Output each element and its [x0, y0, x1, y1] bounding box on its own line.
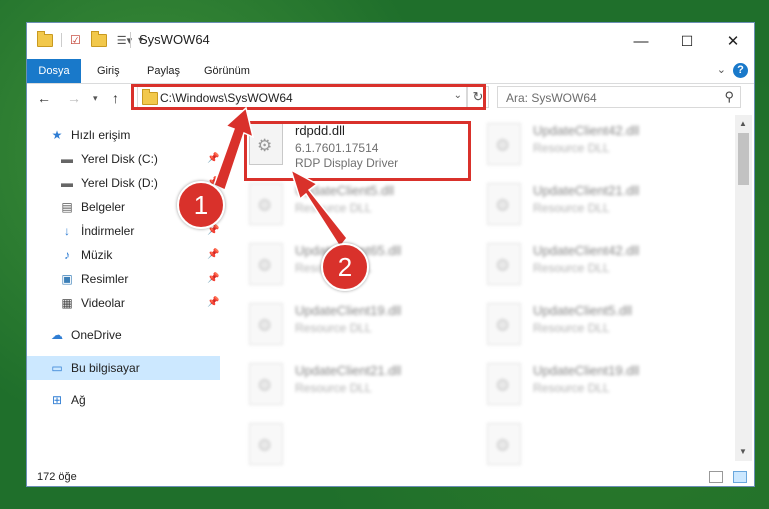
- arrow-step-2: [289, 168, 348, 249]
- annotation-arrows: [213, 106, 348, 249]
- step-2-badge: 2: [321, 243, 369, 291]
- arrow-step-1: [213, 106, 255, 192]
- step-1-badge: 1: [177, 181, 225, 229]
